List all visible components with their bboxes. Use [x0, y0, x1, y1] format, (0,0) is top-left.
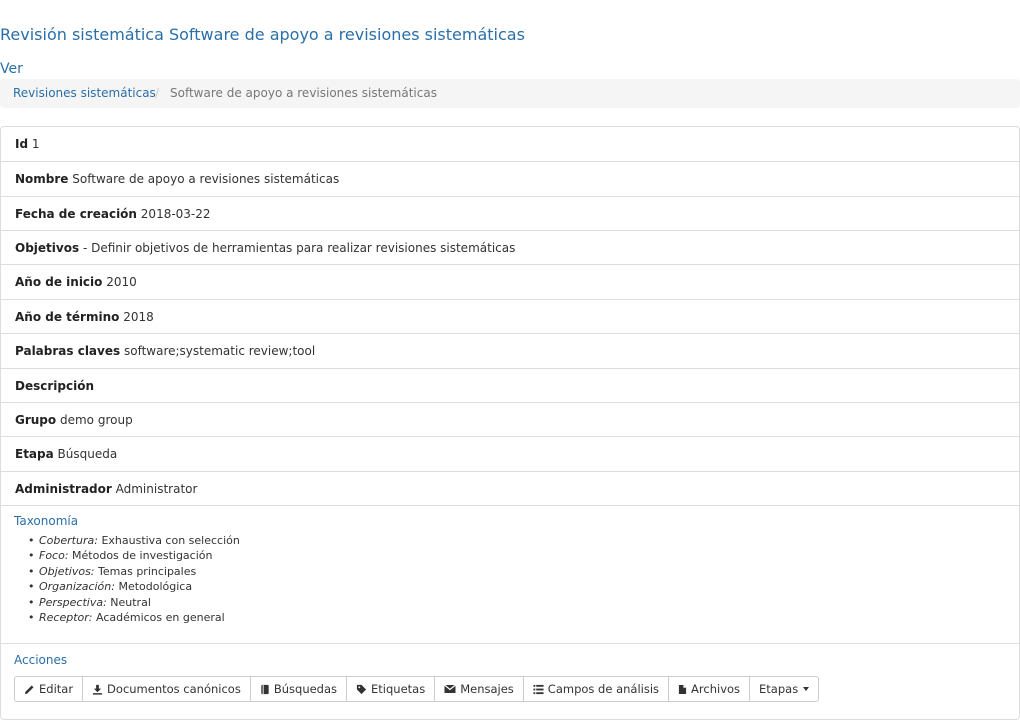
actions-button-group: Editar Documentos canónicos Búsquedas Et…: [14, 676, 820, 702]
taxonomy-item: Perspectiva: Neutral: [39, 595, 240, 610]
detail-row-descripcion: Descripción: [1, 368, 1019, 402]
messages-button-label: Mensajes: [460, 682, 514, 696]
detail-label: Palabras claves: [15, 344, 121, 358]
detail-label: Objetivos: [15, 241, 80, 255]
stages-dropdown-button[interactable]: Etapas: [749, 676, 820, 702]
tag-icon: [356, 684, 367, 694]
book-icon: [261, 684, 269, 694]
taxonomy-value: Académicos en general: [95, 610, 225, 624]
taxonomy-key: Perspectiva:: [39, 595, 107, 609]
page-title: Revisión sistemática Software de apoyo a…: [0, 25, 525, 44]
taxonomy-title: Taxonomía: [14, 514, 79, 528]
file-icon: [678, 684, 687, 694]
detail-value: demo group: [59, 413, 133, 427]
tags-button-label: Etiquetas: [371, 682, 426, 696]
taxonomy-value: Metodológica: [118, 580, 193, 594]
taxonomy-item: Receptor: Académicos en general: [39, 610, 240, 625]
detail-value: Búsqueda: [57, 447, 118, 461]
envelope-icon: [444, 684, 457, 693]
detail-value: software;systematic review;tool: [123, 344, 316, 358]
detail-label: Año de término: [15, 310, 120, 324]
files-button-label: Archivos: [691, 682, 741, 696]
detail-row-nombre: Nombre Software de apoyo a revisiones si…: [1, 161, 1019, 195]
files-button[interactable]: Archivos: [668, 676, 751, 702]
canonical-documents-button-label: Documentos canónicos: [107, 682, 241, 696]
actions-title: Acciones: [14, 653, 68, 667]
taxonomy-key: Receptor:: [39, 610, 93, 624]
taxonomy-item: Organización: Metodológica: [39, 579, 240, 594]
taxonomy-value: Exhaustiva con selección: [101, 534, 240, 547]
caret-down-icon: [803, 687, 810, 691]
taxonomy-list: Cobertura: Exhaustiva con selección Foco…: [39, 533, 240, 625]
detail-value: 2018: [123, 310, 154, 324]
canonical-documents-button[interactable]: Documentos canónicos: [82, 676, 251, 702]
actions-section: Acciones Editar Documentos canónicos Bús…: [1, 643, 1019, 720]
detail-panel: Id 1 Nombre Software de apoyo a revision…: [0, 126, 1020, 720]
edit-button-label: Editar: [39, 682, 74, 696]
detail-label: Id: [15, 137, 29, 151]
taxonomy-item: Foco: Métodos de investigación: [39, 548, 240, 563]
edit-button[interactable]: Editar: [14, 676, 84, 702]
analysis-fields-button-label: Campos de análisis: [547, 682, 660, 696]
detail-row-etapa: Etapa Búsqueda: [1, 436, 1019, 470]
taxonomy-value: Métodos de investigación: [72, 549, 213, 563]
detail-row-fecha: Fecha de creación 2018-03-22: [1, 196, 1019, 230]
detail-value: - Definir objetivos de herramientas para…: [82, 241, 516, 255]
detail-label: Administrador: [15, 482, 112, 496]
breadcrumb-separator: /: [155, 86, 160, 100]
taxonomy-value: Temas principales: [98, 564, 197, 578]
detail-label: Etapa: [15, 447, 54, 461]
detail-value: Software de apoyo a revisiones sistemáti…: [72, 172, 340, 186]
taxonomy-key: Foco:: [39, 549, 69, 563]
taxonomy-key: Organización:: [39, 580, 115, 594]
breadcrumb-link-revisiones[interactable]: Revisiones sistemáticas: [13, 79, 156, 108]
detail-label: Fecha de creación: [15, 207, 137, 221]
tags-button[interactable]: Etiquetas: [346, 676, 436, 702]
breadcrumb: Revisiones sistemáticas / Software de ap…: [0, 79, 1020, 108]
detail-row-termino: Año de término 2018: [1, 299, 1019, 333]
analysis-fields-button[interactable]: Campos de análisis: [522, 676, 670, 702]
detail-label: Descripción: [15, 379, 94, 393]
detail-label: Grupo: [15, 413, 57, 427]
taxonomy-item: Objetivos: Temas principales: [39, 564, 240, 579]
detail-row-inicio: Año de inicio 2010: [1, 264, 1019, 298]
detail-value: 1: [31, 137, 40, 151]
detail-row-objetivos: Objetivos - Definir objetivos de herrami…: [1, 230, 1019, 264]
detail-row-id: Id 1: [1, 127, 1019, 161]
list-icon: [533, 684, 544, 694]
detail-row-grupo: Grupo demo group: [1, 402, 1019, 436]
detail-label: Nombre: [15, 172, 69, 186]
download-icon: [92, 684, 103, 695]
taxonomy-item: Cobertura: Exhaustiva con selección: [39, 533, 240, 548]
searches-button[interactable]: Búsquedas: [249, 676, 348, 702]
breadcrumb-current: Software de apoyo a revisiones sistemáti…: [170, 86, 437, 100]
detail-label: Año de inicio: [15, 275, 103, 289]
detail-value: Administrator: [115, 482, 198, 496]
searches-button-label: Búsquedas: [273, 682, 338, 696]
detail-value: 2018-03-22: [140, 207, 211, 221]
detail-value: 2010: [106, 275, 137, 289]
taxonomy-key: Objetivos:: [39, 564, 95, 578]
detail-row-palabras: Palabras claves software;systematic revi…: [1, 333, 1019, 367]
detail-row-administrador: Administrador Administrator: [1, 471, 1019, 505]
taxonomy-value: Neutral: [110, 595, 151, 609]
stages-dropdown-label: Etapas: [759, 682, 799, 696]
page-subtitle: Ver: [0, 61, 23, 77]
pencil-icon: [24, 684, 34, 694]
taxonomy-section: Taxonomía Cobertura: Exhaustiva con sele…: [1, 505, 1019, 644]
messages-button[interactable]: Mensajes: [434, 676, 524, 702]
taxonomy-key: Cobertura:: [39, 534, 98, 547]
